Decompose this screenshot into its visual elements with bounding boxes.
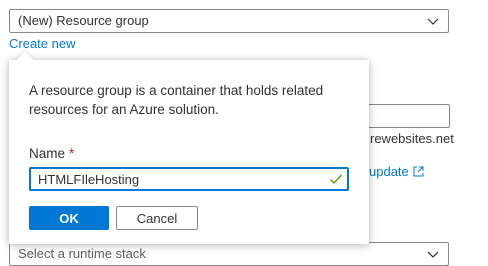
cancel-button[interactable]: Cancel (116, 206, 198, 230)
create-new-link[interactable]: Create new (9, 36, 75, 52)
resource-group-dropdown[interactable]: (New) Resource group (9, 9, 449, 33)
resource-group-value: (New) Resource group (18, 13, 149, 28)
name-label: Name * (29, 146, 74, 161)
update-link-label: update (369, 164, 409, 179)
resource-group-name-input[interactable] (29, 167, 349, 191)
runtime-stack-dropdown[interactable]: Select a runtime stack (9, 242, 449, 266)
domain-suffix: rewebsites.net (370, 131, 454, 146)
required-marker: * (69, 146, 75, 161)
callout-description: A resource group is a container that hol… (29, 83, 324, 117)
app-name-input[interactable] (362, 104, 450, 128)
chevron-down-icon (427, 18, 439, 25)
update-link[interactable]: update (369, 164, 424, 179)
chevron-down-icon (427, 251, 439, 258)
create-resource-group-callout: A resource group is a container that hol… (9, 51, 369, 244)
runtime-stack-placeholder: Select a runtime stack (18, 246, 146, 261)
name-label-text: Name (29, 146, 66, 161)
external-link-icon (413, 166, 424, 177)
callout-beak (16, 51, 34, 69)
ok-button[interactable]: OK (29, 206, 109, 230)
checkmark-icon (330, 174, 343, 185)
